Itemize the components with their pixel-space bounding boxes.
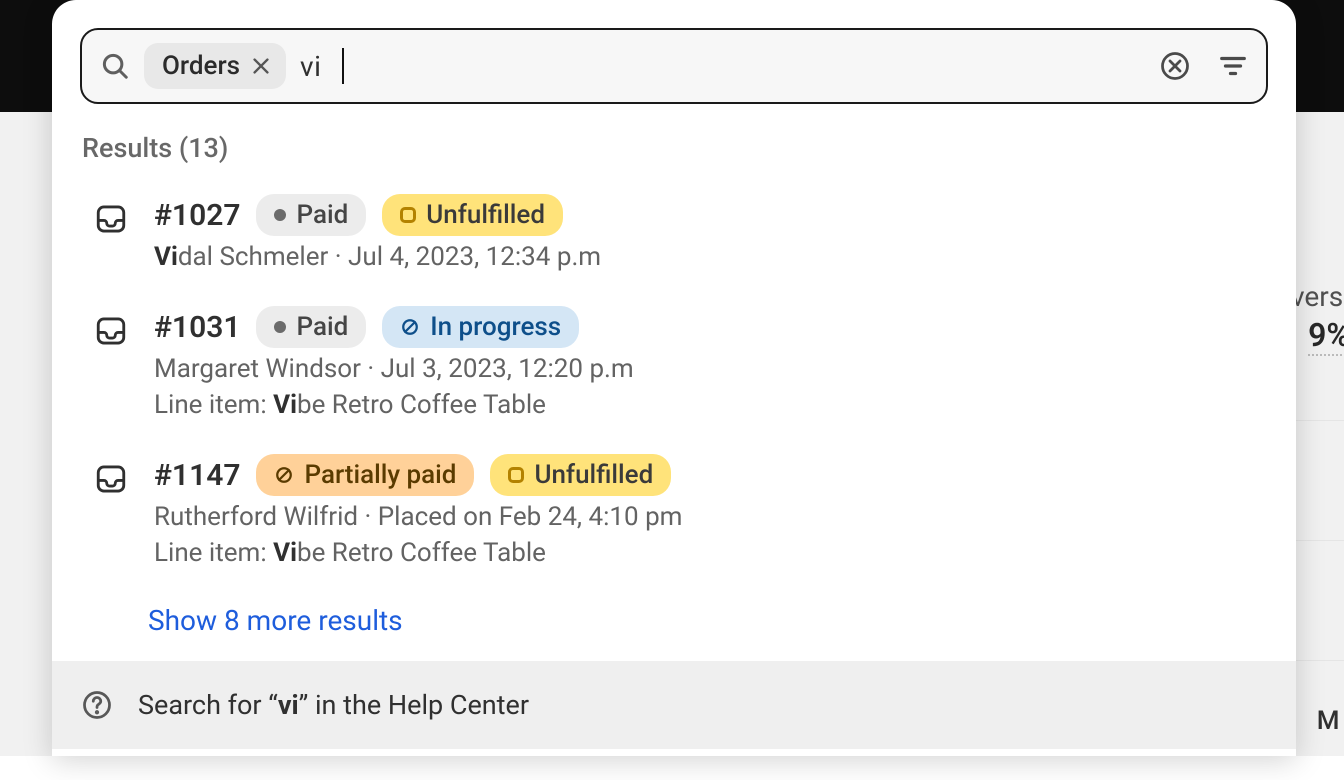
filter-icon[interactable]	[1218, 51, 1248, 81]
order-icon	[94, 202, 128, 272]
show-more-link[interactable]: Show 8 more results	[82, 590, 1266, 661]
result-row[interactable]: #1147 Partially paid Unfulfilled Rutherford…	[82, 442, 1266, 590]
fulfillment-badge: Unfulfilled	[382, 194, 563, 236]
help-query: vi	[278, 689, 299, 721]
result-line-item: Line item: Vibe Retro Coffee Table	[154, 390, 634, 420]
order-icon	[94, 462, 128, 568]
result-customer-line: Vidal Schmeler · Jul 4, 2023, 12:34 p.m	[154, 242, 601, 272]
text-caret	[342, 48, 344, 84]
help-center-footer[interactable]: Search for “vi” in the Help Center	[52, 661, 1296, 749]
filter-chip-orders[interactable]: Orders	[144, 43, 286, 89]
search-icon	[100, 51, 130, 81]
results-count: Results (13)	[82, 132, 1266, 164]
payment-badge: Paid	[256, 306, 366, 348]
remove-chip-icon[interactable]	[250, 55, 272, 77]
order-id: #1031	[154, 310, 240, 345]
result-line-item: Line item: Vibe Retro Coffee Table	[154, 538, 682, 568]
search-input-wrap[interactable]: vi	[300, 48, 1146, 84]
search-bar[interactable]: Orders vi	[80, 28, 1268, 104]
result-row[interactable]: #1031 Paid In progress Margaret Windsor · J…	[82, 294, 1266, 442]
payment-badge: Paid	[256, 194, 366, 236]
search-panel: Orders vi Results (13) #1027 Paid Unfulfil…	[52, 0, 1296, 756]
result-row[interactable]: #1027 Paid Unfulfilled Vidal Schmeler · Jul…	[82, 182, 1266, 294]
fulfillment-badge: In progress	[382, 306, 579, 348]
clear-search-icon[interactable]	[1160, 51, 1190, 81]
background-row-label: M	[1317, 706, 1340, 736]
help-suffix: ” in the Help Center	[299, 689, 529, 721]
help-center-text: Search for “vi” in the Help Center	[138, 689, 529, 721]
help-prefix: Search for “	[138, 689, 278, 721]
filter-chip-label: Orders	[162, 51, 240, 81]
results-list: #1027 Paid Unfulfilled Vidal Schmeler · Jul…	[82, 182, 1266, 590]
order-id: #1147	[154, 458, 240, 493]
result-customer-line: Margaret Windsor · Jul 3, 2023, 12:20 p.…	[154, 354, 634, 384]
help-icon	[82, 690, 112, 720]
fulfillment-badge: Unfulfilled	[490, 454, 671, 496]
result-customer-line: Rutherford Wilfrid · Placed on Feb 24, 4…	[154, 502, 682, 532]
order-icon	[94, 314, 128, 420]
order-id: #1027	[154, 198, 240, 233]
payment-badge: Partially paid	[256, 454, 474, 496]
search-input[interactable]: vi	[300, 50, 340, 83]
